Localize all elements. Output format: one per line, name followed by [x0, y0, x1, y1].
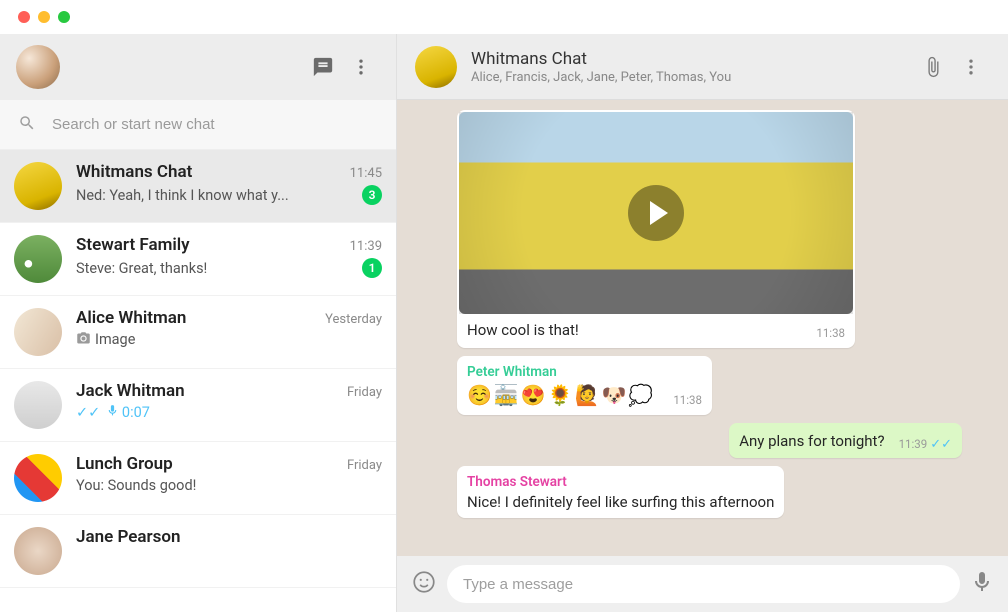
message-sender: Thomas Stewart: [467, 474, 774, 490]
chat-avatar: [14, 308, 62, 356]
search-row: [0, 100, 396, 150]
menu-icon[interactable]: [342, 48, 380, 86]
chat-name: Whitmans Chat: [76, 162, 192, 182]
chat-time: Friday: [347, 385, 382, 400]
chat-list-item[interactable]: Jack Whitman Friday ✓✓ 0:07: [0, 369, 396, 442]
attach-icon[interactable]: [914, 48, 952, 86]
chat-time: 11:45: [350, 166, 382, 181]
window-titlebar: [0, 0, 1008, 34]
conversation-header: Whitmans Chat Alice, Francis, Jack, Jane…: [397, 34, 1008, 100]
minimize-window-button[interactable]: [38, 11, 50, 23]
chat-avatar: [14, 527, 62, 575]
sidebar: Whitmans Chat 11:45 Ned: Yeah, I think I…: [0, 34, 397, 612]
message-bubble[interactable]: Thomas Stewart Nice! I definitely feel l…: [457, 466, 784, 518]
video-thumbnail[interactable]: [459, 112, 853, 314]
chat-name: Jane Pearson: [76, 527, 181, 547]
messages-area[interactable]: How cool is that! 11:38 Peter Whitman ☺️…: [397, 100, 1008, 556]
chat-avatar: [14, 162, 62, 210]
message-time: 11:39✓✓: [899, 437, 952, 452]
chat-list-item[interactable]: Jane Pearson: [0, 515, 396, 588]
chat-preview: ✓✓ 0:07: [76, 404, 150, 421]
chat-time: 11:39: [350, 239, 382, 254]
chat-preview: Image: [76, 331, 135, 348]
maximize-window-button[interactable]: [58, 11, 70, 23]
chat-avatar: [14, 381, 62, 429]
chat-list-item[interactable]: Whitmans Chat 11:45 Ned: Yeah, I think I…: [0, 150, 396, 223]
message-text: Nice! I definitely feel like surfing thi…: [467, 492, 774, 512]
message-text: ☺️🚋😍🌻🙋🐶💭: [467, 382, 655, 409]
chat-time: Yesterday: [325, 312, 382, 327]
message-bubble-sent[interactable]: Any plans for tonight? 11:39✓✓: [729, 423, 962, 457]
chat-time: Friday: [347, 458, 382, 473]
message-bubble[interactable]: Peter Whitman ☺️🚋😍🌻🙋🐶💭 11:38: [457, 356, 712, 415]
search-input[interactable]: [52, 116, 378, 133]
unread-badge: 1: [362, 258, 382, 278]
message-time: 11:38: [673, 393, 702, 407]
chat-preview: Ned: Yeah, I think I know what y...: [76, 187, 289, 204]
chat-list-item[interactable]: Stewart Family 11:39 Steve: Great, thank…: [0, 223, 396, 296]
composer: [397, 556, 1008, 612]
chat-list-item[interactable]: Alice Whitman Yesterday Image: [0, 296, 396, 369]
message-bubble[interactable]: How cool is that! 11:38: [457, 110, 855, 348]
conversation-pane: Whitmans Chat Alice, Francis, Jack, Jane…: [397, 34, 1008, 612]
close-window-button[interactable]: [18, 11, 30, 23]
chat-avatar: [14, 235, 62, 283]
conversation-menu-icon[interactable]: [952, 48, 990, 86]
emoji-icon[interactable]: [411, 569, 437, 599]
message-time: 11:38: [816, 326, 845, 340]
unread-badge: 3: [362, 185, 382, 205]
sidebar-header: [0, 34, 396, 100]
message-input[interactable]: [463, 576, 944, 593]
search-icon: [18, 114, 36, 136]
chat-name: Stewart Family: [76, 235, 190, 255]
chat-preview: Steve: Great, thanks!: [76, 260, 207, 277]
conversation-avatar[interactable]: [415, 46, 457, 88]
message-sender: Peter Whitman: [467, 364, 655, 380]
microphone-icon[interactable]: [970, 570, 994, 598]
chat-preview: You: Sounds good!: [76, 477, 196, 494]
conversation-participants: Alice, Francis, Jack, Jane, Peter, Thoma…: [471, 70, 914, 85]
profile-avatar[interactable]: [16, 45, 60, 89]
chat-name: Alice Whitman: [76, 308, 186, 328]
conversation-title: Whitmans Chat: [471, 49, 914, 69]
chat-list[interactable]: Whitmans Chat 11:45 Ned: Yeah, I think I…: [0, 150, 396, 612]
message-text: How cool is that!: [467, 320, 579, 340]
play-icon[interactable]: [628, 185, 684, 241]
new-chat-icon[interactable]: [304, 48, 342, 86]
chat-avatar: [14, 454, 62, 502]
camera-icon: [76, 331, 91, 346]
message-input-container: [447, 565, 960, 603]
read-ticks-icon: ✓✓: [930, 437, 952, 452]
microphone-icon: [106, 404, 119, 417]
chat-name: Lunch Group: [76, 454, 173, 474]
chat-list-item[interactable]: Lunch Group Friday You: Sounds good!: [0, 442, 396, 515]
read-ticks-icon: ✓✓: [76, 404, 100, 421]
chat-name: Jack Whitman: [76, 381, 185, 401]
message-text: Any plans for tonight?: [739, 431, 884, 451]
